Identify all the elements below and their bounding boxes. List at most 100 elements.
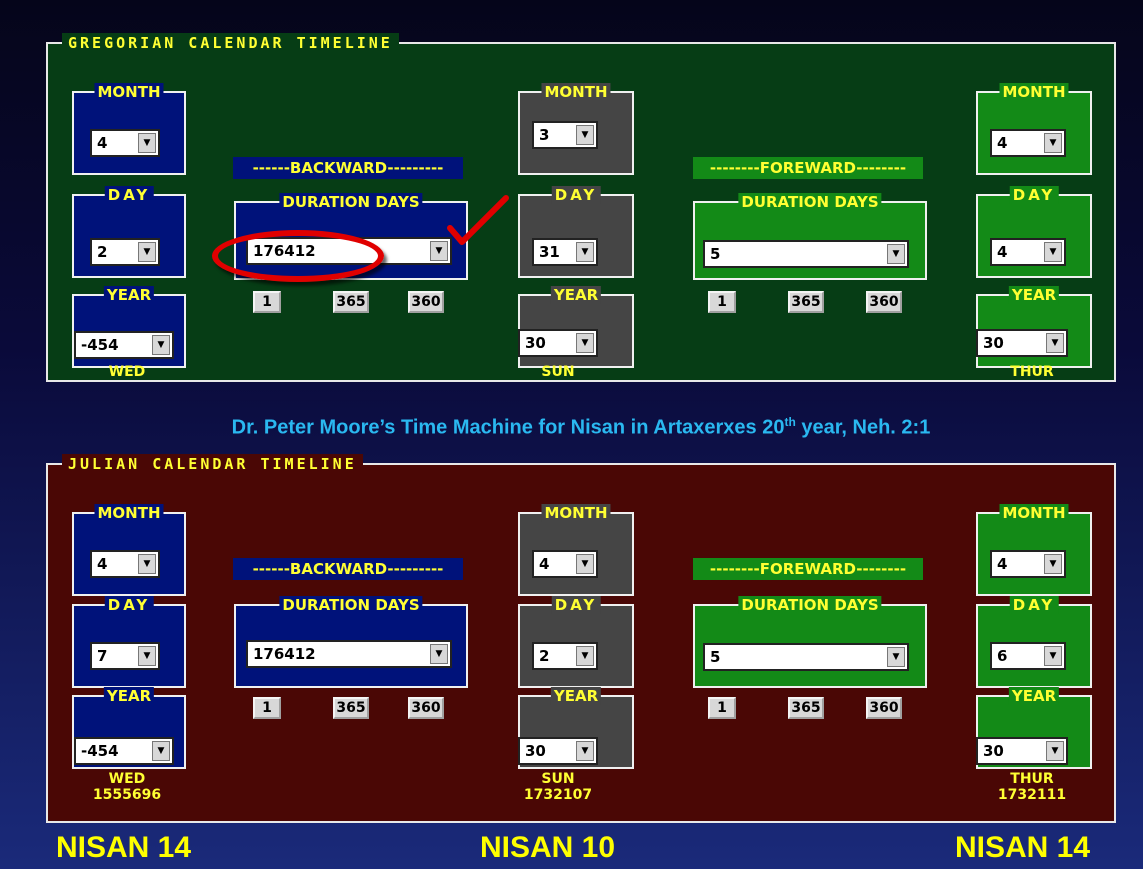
jul-left-year-select[interactable]: -454 ▼ bbox=[74, 737, 174, 765]
jul-left-jdn: 1555696 bbox=[92, 787, 162, 803]
jul-backward-365-button[interactable]: 365 bbox=[333, 697, 369, 719]
greg-left-month-select[interactable]: 4 ▼ bbox=[90, 129, 160, 157]
jul-forward-1-button[interactable]: 1 bbox=[708, 697, 736, 719]
chevron-down-icon[interactable]: ▼ bbox=[1046, 333, 1064, 353]
jul-right-day-value: 6 bbox=[997, 647, 1008, 665]
greg-right-day-value: 4 bbox=[997, 243, 1008, 261]
greg-mid-month-value: 3 bbox=[539, 126, 550, 144]
jul-left-year-label: YEAR bbox=[103, 687, 155, 705]
chevron-down-icon[interactable]: ▼ bbox=[576, 125, 594, 145]
greg-forward-duration-value: 5 bbox=[710, 245, 721, 263]
greg-backward-strip: ------BACKWARD--------- bbox=[233, 157, 463, 179]
greg-forward-duration-label: DURATION DAYS bbox=[738, 193, 882, 211]
greg-backward-duration-label: DURATION DAYS bbox=[279, 193, 423, 211]
chevron-down-icon[interactable]: ▼ bbox=[576, 741, 594, 761]
greg-left-year-select[interactable]: -454 ▼ bbox=[74, 331, 174, 359]
chevron-down-icon[interactable]: ▼ bbox=[576, 554, 594, 574]
greg-right-day-select[interactable]: 4 ▼ bbox=[990, 238, 1066, 266]
caption-tail: year, Neh. 2:1 bbox=[795, 416, 931, 439]
chevron-down-icon[interactable]: ▼ bbox=[1046, 741, 1064, 761]
jul-backward-duration-value: 176412 bbox=[253, 645, 316, 663]
greg-left-day-box: DAY 2 ▼ bbox=[72, 186, 186, 278]
chevron-down-icon[interactable]: ▼ bbox=[887, 647, 905, 667]
greg-right-weekday: THUR bbox=[1010, 364, 1054, 380]
chevron-down-icon[interactable]: ▼ bbox=[138, 133, 156, 153]
julian-panel: JULIAN CALENDAR TIMELINE MONTH 4 ▼ DAY 7… bbox=[46, 454, 1116, 823]
jul-right-month-select[interactable]: 4 ▼ bbox=[990, 550, 1066, 578]
chevron-down-icon[interactable]: ▼ bbox=[887, 244, 905, 264]
jul-right-day-label: DAY bbox=[1009, 596, 1059, 614]
greg-mid-day-select[interactable]: 31 ▼ bbox=[532, 238, 598, 266]
jul-left-day-value: 7 bbox=[97, 647, 108, 665]
greg-backward-360-button[interactable]: 360 bbox=[408, 291, 444, 313]
jul-mid-day-select[interactable]: 2 ▼ bbox=[532, 642, 598, 670]
jul-right-year-select[interactable]: 30 ▼ bbox=[976, 737, 1068, 765]
greg-left-day-label: DAY bbox=[104, 186, 154, 204]
gregorian-panel: GREGORIAN CALENDAR TIMELINE MONTH 4 ▼ DA… bbox=[46, 33, 1116, 382]
checkmark-icon bbox=[447, 195, 509, 245]
jul-mid-year-select[interactable]: 30 ▼ bbox=[518, 737, 598, 765]
greg-left-day-select[interactable]: 2 ▼ bbox=[90, 238, 160, 266]
chevron-down-icon[interactable]: ▼ bbox=[1044, 646, 1062, 666]
chevron-down-icon[interactable]: ▼ bbox=[1044, 242, 1062, 262]
jul-backward-360-button[interactable]: 360 bbox=[408, 697, 444, 719]
jul-mid-day-box: DAY 2 ▼ bbox=[518, 596, 634, 688]
chevron-down-icon[interactable]: ▼ bbox=[576, 646, 594, 666]
greg-mid-month-label: MONTH bbox=[541, 83, 611, 101]
greg-forward-1-button[interactable]: 1 bbox=[708, 291, 736, 313]
greg-mid-month-select[interactable]: 3 ▼ bbox=[532, 121, 598, 149]
highlight-circle bbox=[212, 230, 384, 282]
greg-mid-day-box: DAY 31 ▼ bbox=[518, 186, 634, 278]
jul-mid-year-label: YEAR bbox=[550, 687, 602, 705]
greg-right-month-select[interactable]: 4 ▼ bbox=[990, 129, 1066, 157]
greg-backward-365-button[interactable]: 365 bbox=[333, 291, 369, 313]
gregorian-title: GREGORIAN CALENDAR TIMELINE bbox=[62, 33, 399, 53]
chevron-down-icon[interactable]: ▼ bbox=[138, 554, 156, 574]
jul-left-month-select[interactable]: 4 ▼ bbox=[90, 550, 160, 578]
greg-right-month-box: MONTH 4 ▼ bbox=[976, 83, 1092, 175]
jul-left-weekday: WED bbox=[108, 771, 146, 787]
jul-forward-360-button[interactable]: 360 bbox=[866, 697, 902, 719]
jul-right-month-label: MONTH bbox=[999, 504, 1069, 522]
jul-right-day-select[interactable]: 6 ▼ bbox=[990, 642, 1066, 670]
greg-right-month-label: MONTH bbox=[999, 83, 1069, 101]
greg-right-day-box: DAY 4 ▼ bbox=[976, 186, 1092, 278]
jul-left-day-box: DAY 7 ▼ bbox=[72, 596, 186, 688]
chevron-down-icon[interactable]: ▼ bbox=[152, 741, 170, 761]
chevron-down-icon[interactable]: ▼ bbox=[576, 333, 594, 353]
chevron-down-icon[interactable]: ▼ bbox=[138, 242, 156, 262]
jul-mid-year-value: 30 bbox=[525, 742, 546, 760]
jul-forward-365-button[interactable]: 365 bbox=[788, 697, 824, 719]
greg-forward-duration-select[interactable]: 5 ▼ bbox=[703, 240, 909, 268]
chevron-down-icon[interactable]: ▼ bbox=[152, 335, 170, 355]
jul-mid-month-value: 4 bbox=[539, 555, 550, 573]
greg-right-year-value: 30 bbox=[983, 334, 1004, 352]
jul-left-day-select[interactable]: 7 ▼ bbox=[90, 642, 160, 670]
jul-forward-duration-value: 5 bbox=[710, 648, 721, 666]
jul-right-day-box: DAY 6 ▼ bbox=[976, 596, 1092, 688]
greg-mid-month-box: MONTH 3 ▼ bbox=[518, 83, 634, 175]
jul-backward-1-button[interactable]: 1 bbox=[253, 697, 281, 719]
chevron-down-icon[interactable]: ▼ bbox=[138, 646, 156, 666]
chevron-down-icon[interactable]: ▼ bbox=[430, 644, 448, 664]
greg-mid-year-label: YEAR bbox=[550, 286, 602, 304]
jul-mid-day-value: 2 bbox=[539, 647, 550, 665]
jul-right-jdn: 1732111 bbox=[997, 787, 1067, 803]
jul-mid-month-select[interactable]: 4 ▼ bbox=[532, 550, 598, 578]
greg-forward-360-button[interactable]: 360 bbox=[866, 291, 902, 313]
greg-left-month-label: MONTH bbox=[94, 83, 164, 101]
jul-backward-strip: ------BACKWARD--------- bbox=[233, 558, 463, 580]
jul-forward-duration-select[interactable]: 5 ▼ bbox=[703, 643, 909, 671]
nisan-label-right: NISAN 14 bbox=[955, 831, 1091, 864]
chevron-down-icon[interactable]: ▼ bbox=[1044, 554, 1062, 574]
greg-forward-365-button[interactable]: 365 bbox=[788, 291, 824, 313]
greg-left-year-label: YEAR bbox=[103, 286, 155, 304]
greg-right-year-select[interactable]: 30 ▼ bbox=[976, 329, 1068, 357]
chevron-down-icon[interactable]: ▼ bbox=[576, 242, 594, 262]
chevron-down-icon[interactable]: ▼ bbox=[1044, 133, 1062, 153]
greg-backward-1-button[interactable]: 1 bbox=[253, 291, 281, 313]
jul-forward-duration-box: DURATION DAYS 5 ▼ bbox=[693, 596, 927, 688]
greg-mid-year-select[interactable]: 30 ▼ bbox=[518, 329, 598, 357]
jul-forward-duration-label: DURATION DAYS bbox=[738, 596, 882, 614]
jul-backward-duration-select[interactable]: 176412 ▼ bbox=[246, 640, 452, 668]
